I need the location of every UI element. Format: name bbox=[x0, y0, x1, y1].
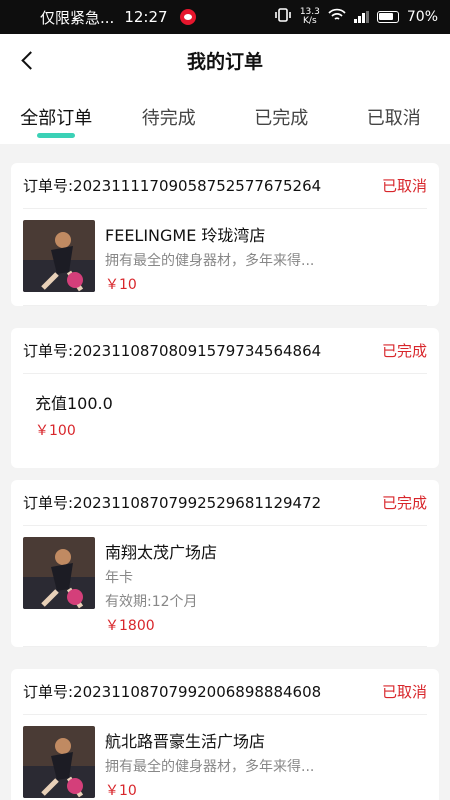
gym-thumbnail bbox=[23, 726, 95, 798]
order-status: 已完成 bbox=[381, 494, 427, 512]
order-number: 订单号:20231111709058752577675264 bbox=[23, 177, 322, 195]
gym-thumbnail bbox=[23, 220, 95, 292]
order-card[interactable]: 订单号:20231108707992529681129472 已完成 南翔太茂广… bbox=[11, 480, 439, 647]
tab-label: 待完成 bbox=[141, 108, 196, 129]
order-status: 已取消 bbox=[381, 683, 427, 701]
active-tab-indicator bbox=[37, 133, 76, 138]
nav-header: 我的订单 bbox=[0, 34, 450, 86]
order-header: 订单号:20231108707992529681129472 已完成 bbox=[23, 480, 427, 526]
order-price: ￥10 bbox=[105, 783, 137, 799]
battery-icon bbox=[376, 11, 399, 23]
order-tabs: 全部订单 待完成 已完成 已取消 bbox=[0, 86, 450, 144]
order-list: 订单号:20231111709058752577675264 已取消 FEELI… bbox=[11, 163, 439, 800]
store-name: 航北路晋豪生活广场店 bbox=[105, 732, 266, 751]
gym-thumbnail bbox=[23, 537, 95, 609]
tab-completed[interactable]: 已完成 bbox=[225, 86, 338, 144]
order-number: 订单号:20231108707992529681129472 bbox=[23, 494, 322, 512]
tab-label: 全部订单 bbox=[20, 108, 93, 129]
tab-all[interactable]: 全部订单 bbox=[0, 86, 113, 144]
order-item[interactable]: 充值100.0 ￥100 bbox=[23, 374, 427, 468]
order-price: ￥100 bbox=[35, 423, 76, 439]
store-description: 拥有最全的健身器材，多年来得... bbox=[105, 253, 315, 269]
order-status: 已完成 bbox=[381, 342, 427, 360]
vibrate-icon bbox=[274, 8, 292, 26]
order-header: 订单号:20231108707992006898884608 已取消 bbox=[23, 669, 427, 715]
order-status: 已取消 bbox=[381, 177, 427, 195]
store-description: 拥有最全的健身器材，多年来得... bbox=[105, 759, 315, 775]
order-header: 订单号:20231108708091579734564864 已完成 bbox=[23, 328, 427, 374]
tab-cancelled[interactable]: 已取消 bbox=[338, 86, 450, 144]
tab-label: 已取消 bbox=[366, 108, 421, 129]
signal-icon bbox=[353, 11, 369, 23]
net-speed-unit: K/s bbox=[303, 16, 317, 26]
order-item[interactable]: 航北路晋豪生活广场店 拥有最全的健身器材，多年来得... ￥10 bbox=[23, 715, 427, 800]
battery-level: 70% bbox=[406, 9, 438, 25]
status-bar: 仅限紧急... 12:27 13.3 K/s 70% bbox=[0, 0, 450, 34]
card-type: 年卡 bbox=[105, 570, 133, 586]
net-speed: 13.3 K/s bbox=[300, 8, 320, 26]
clock: 12:27 bbox=[124, 8, 168, 26]
back-arrow-icon[interactable] bbox=[14, 46, 40, 74]
validity-period: 有效期:12个月 bbox=[105, 594, 198, 610]
order-number: 订单号:20231108707992006898884608 bbox=[23, 683, 322, 701]
recharge-title: 充值100.0 bbox=[35, 394, 113, 413]
order-item[interactable]: FEELINGME 玲珑湾店 拥有最全的健身器材，多年来得... ￥10 bbox=[23, 209, 427, 306]
order-card[interactable]: 订单号:20231108708091579734564864 已完成 充值100… bbox=[11, 328, 439, 468]
order-number: 订单号:20231108708091579734564864 bbox=[23, 342, 322, 360]
weibo-icon bbox=[179, 9, 196, 25]
order-price: ￥1800 bbox=[105, 618, 155, 634]
order-card[interactable]: 订单号:20231111709058752577675264 已取消 FEELI… bbox=[11, 163, 439, 306]
order-item[interactable]: 南翔太茂广场店 年卡 有效期:12个月 ￥1800 bbox=[23, 526, 427, 647]
store-name: FEELINGME 玲珑湾店 bbox=[105, 226, 266, 245]
page-title: 我的订单 bbox=[186, 50, 263, 73]
order-header: 订单号:20231111709058752577675264 已取消 bbox=[23, 163, 427, 209]
carrier-text: 仅限紧急... bbox=[40, 8, 115, 27]
store-name: 南翔太茂广场店 bbox=[105, 543, 218, 562]
tab-label: 已完成 bbox=[254, 108, 309, 129]
order-card[interactable]: 订单号:20231108707992006898884608 已取消 航北路晋豪… bbox=[11, 669, 439, 800]
order-price: ￥10 bbox=[105, 277, 137, 293]
tab-pending[interactable]: 待完成 bbox=[113, 86, 226, 144]
wifi-icon bbox=[328, 8, 346, 26]
